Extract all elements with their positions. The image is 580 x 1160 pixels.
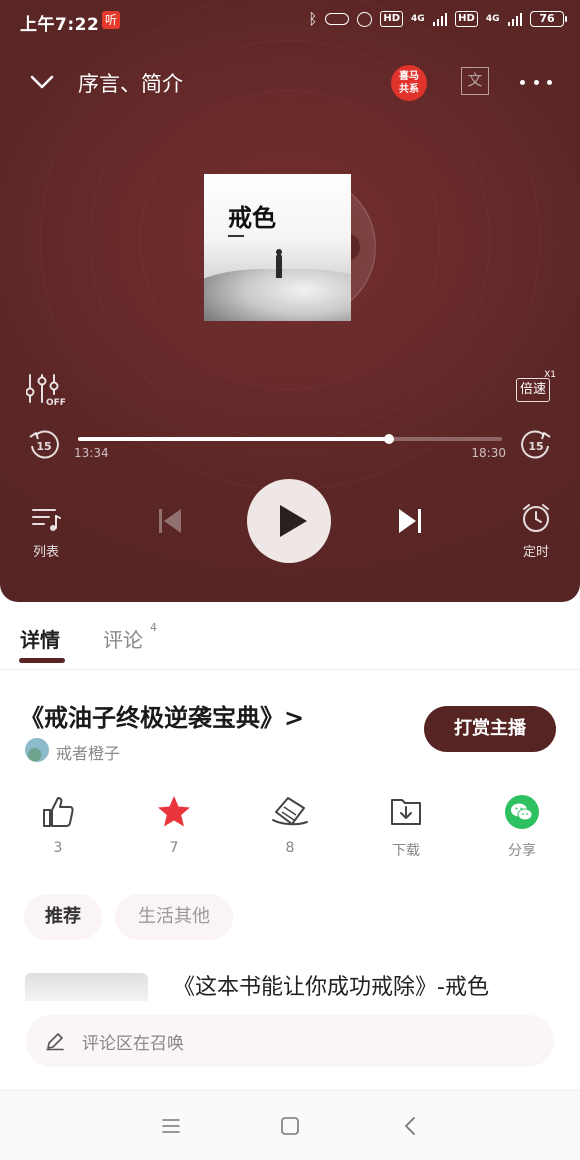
detail-tabs: 详情 评论 4 <box>0 612 580 670</box>
menu-icon[interactable] <box>160 1115 182 1137</box>
timer-label: 定时 <box>522 545 549 560</box>
back-icon[interactable] <box>400 1115 422 1137</box>
like-button[interactable]: 3 <box>26 794 90 856</box>
like-count: 3 <box>53 840 63 856</box>
ticket-icon <box>272 797 308 826</box>
equalizer-icon[interactable]: OFF <box>25 372 66 408</box>
chevron-down-icon[interactable] <box>28 68 56 96</box>
home-icon[interactable] <box>279 1115 301 1137</box>
favorite-button[interactable]: 7 <box>142 794 206 856</box>
album-cover[interactable]: 戒色 <box>204 174 351 321</box>
share-label: 分享 <box>508 843 536 859</box>
thumbs-up-icon <box>43 797 74 827</box>
action-row: 3 7 8 下载 分享 <box>0 794 580 864</box>
transcript-icon[interactable]: 文 <box>461 67 489 95</box>
battery-icon: 76 <box>530 11 567 27</box>
hd-icon: HD <box>380 11 404 27</box>
track-title: 序言、简介 <box>78 72 183 96</box>
author-name[interactable]: 戒者橙子 <box>56 740 120 764</box>
play-button[interactable] <box>247 479 331 563</box>
status-bar: 上午7:22 听 ᛒ HD 4G HD 4G 76 <box>0 0 580 40</box>
comment-input[interactable]: 评论区在召唤 <box>26 1015 554 1067</box>
playlist-icon <box>32 509 61 531</box>
download-button[interactable]: 下载 <box>374 794 438 860</box>
progress-knob[interactable] <box>383 434 394 444</box>
star-icon <box>158 796 190 827</box>
system-nav-bar <box>0 1090 580 1160</box>
comments-count-badge: 4 <box>150 621 157 634</box>
current-time: 13:34 <box>74 446 109 460</box>
player-panel: 上午7:22 听 ᛒ HD 4G HD 4G 76 序言、简介 喜马 共系 文 … <box>0 0 580 602</box>
avatar[interactable] <box>25 738 49 762</box>
favorite-count: 7 <box>169 840 179 856</box>
cover-title: 戒色 <box>228 204 276 232</box>
comment-placeholder: 评论区在召唤 <box>82 1034 184 1054</box>
ticket-button[interactable]: 8 <box>258 794 322 856</box>
alarm-clock-icon <box>523 504 549 532</box>
download-label: 下载 <box>392 843 420 859</box>
network-type-2: 4G <box>485 14 500 24</box>
tab-comments[interactable]: 评论 <box>103 624 143 653</box>
progress-fill <box>78 437 389 441</box>
chip-life-other[interactable]: 生活其他 <box>115 894 233 940</box>
speed-label: 倍速 <box>516 378 550 402</box>
speed-multiplier: X1 <box>544 370 556 380</box>
network-type-1: 4G <box>411 14 425 24</box>
alarm-icon <box>357 11 373 27</box>
tab-detail[interactable]: 详情 <box>20 624 60 653</box>
play-icon <box>280 505 307 537</box>
vibrate-icon <box>325 13 350 25</box>
recommendation-thumbnail[interactable] <box>25 973 148 1001</box>
hd-icon-2: HD <box>455 11 478 27</box>
signal-icon <box>432 12 448 26</box>
more-icon[interactable] <box>520 68 552 96</box>
signal-icon-2 <box>507 12 522 26</box>
skip-forward-15-icon[interactable]: 15 <box>518 427 554 463</box>
album-title-link[interactable]: 《戒油子终极逆袭宝典》> <box>20 698 304 733</box>
tip-host-button[interactable]: 打赏主播 <box>424 706 556 752</box>
previous-track-icon[interactable] <box>156 506 184 536</box>
eq-off-label: OFF <box>46 398 66 408</box>
progress-slider[interactable] <box>78 434 502 444</box>
ticket-count: 8 <box>285 840 295 856</box>
playlist-label: 列表 <box>32 545 59 560</box>
skip-back-seconds: 15 <box>36 440 51 453</box>
pencil-icon <box>46 1033 64 1051</box>
recommendation-title[interactable]: 《这本书能让你成功戒除》-戒色 <box>173 972 553 998</box>
download-icon <box>391 799 421 825</box>
active-tab-indicator <box>19 658 65 663</box>
total-time: 18:30 <box>471 446 506 460</box>
playback-speed-button[interactable]: 倍速 X1 <box>516 370 556 404</box>
bluetooth-icon: ᛒ <box>308 10 318 28</box>
sleep-timer-button[interactable]: 定时 <box>516 503 556 560</box>
wechat-icon <box>505 795 539 829</box>
skip-back-15-icon[interactable]: 15 <box>26 427 62 463</box>
brand-badge-icon[interactable]: 喜马 共系 <box>391 65 427 101</box>
skip-forward-seconds: 15 <box>528 440 543 453</box>
status-time: 上午7:22 <box>20 15 100 35</box>
listening-app-icon: 听 <box>102 11 120 29</box>
share-button[interactable]: 分享 <box>490 794 554 860</box>
chip-recommend[interactable]: 推荐 <box>24 894 102 940</box>
playlist-button[interactable]: 列表 <box>28 505 64 560</box>
next-track-icon[interactable] <box>396 506 424 536</box>
